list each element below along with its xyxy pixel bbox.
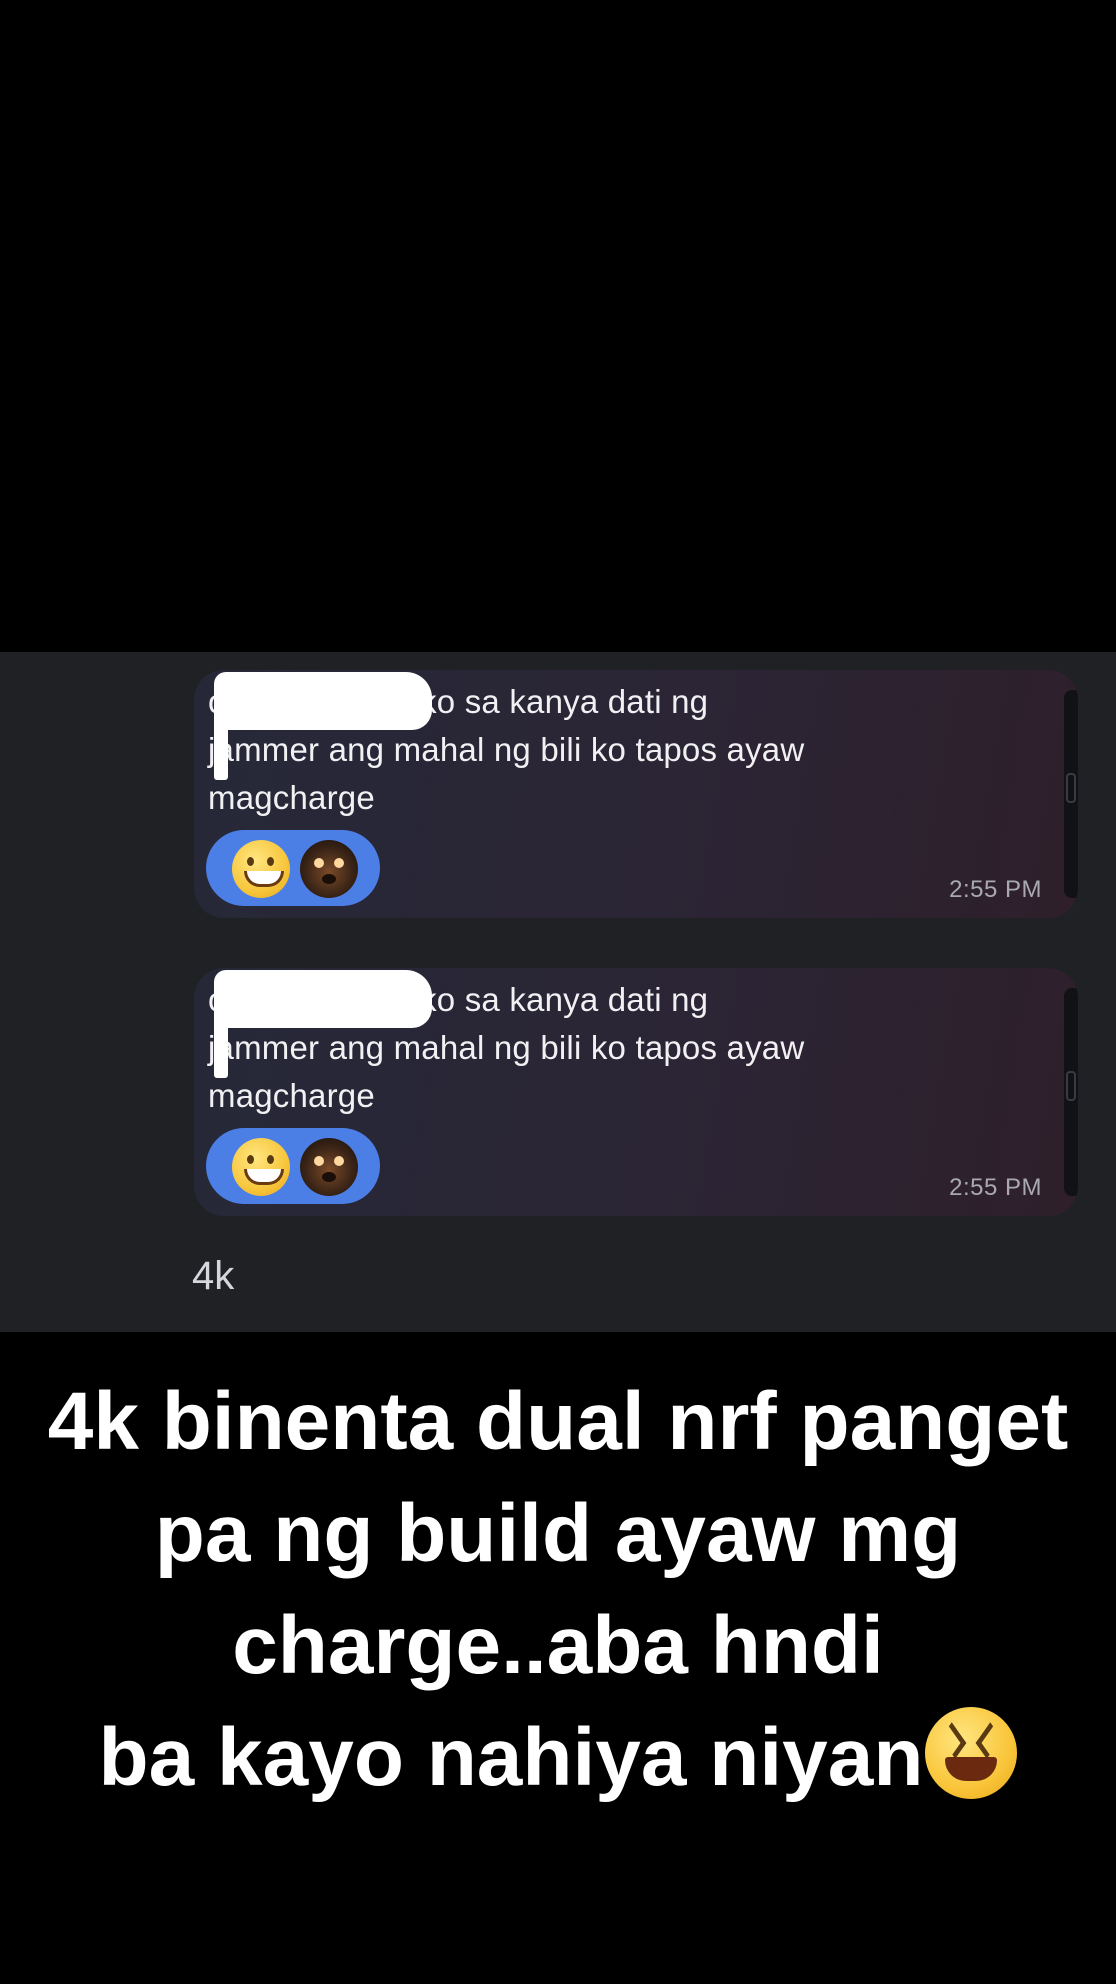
grinning-face-icon — [232, 1138, 290, 1196]
caption-line: 4k binenta dual nrf panget — [47, 1376, 1069, 1467]
redaction-mark — [214, 672, 432, 730]
message-bubble[interactable]: o,bumili kasi ako sa kanya dati ng jamme… — [194, 670, 1078, 918]
chat-screenshot: o,bumili kasi ako sa kanya dati ng jamme… — [0, 652, 1116, 1332]
message-timestamp: 2:55 PM — [949, 1174, 1042, 1201]
redaction-mark — [214, 970, 432, 1028]
message-bubble[interactable]: o,bumili kasi ako sa kanya dati ng jamme… — [194, 968, 1078, 1216]
caption-line-text: ba kayo nahiya niyan — [98, 1712, 924, 1803]
grinning-face-icon — [232, 840, 290, 898]
video-caption: 4k binenta dual nrf panget pa ng build a… — [40, 1366, 1076, 1814]
reaction-pill[interactable] — [206, 1128, 380, 1204]
redaction-mark — [214, 710, 228, 780]
message-timestamp: 2:55 PM — [949, 876, 1042, 903]
bear-sticker-icon — [300, 840, 358, 898]
reaction-pill[interactable] — [206, 830, 380, 906]
laugh-eye — [976, 1722, 1002, 1759]
chat-footer-text: 4k — [192, 1254, 235, 1298]
redaction-mark — [214, 1008, 228, 1078]
caption-line: pa ng build ayaw mg — [154, 1488, 962, 1579]
video-top-area — [0, 0, 1116, 652]
bear-sticker-icon — [300, 1138, 358, 1196]
laughing-squinting-face-icon — [925, 1707, 1018, 1799]
bubble-edge — [1064, 988, 1078, 1196]
caption-line-last: ba kayo nahiya niyan — [40, 1702, 1076, 1814]
bubble-edge — [1064, 690, 1078, 898]
caption-line: charge..aba hndi — [232, 1600, 884, 1691]
